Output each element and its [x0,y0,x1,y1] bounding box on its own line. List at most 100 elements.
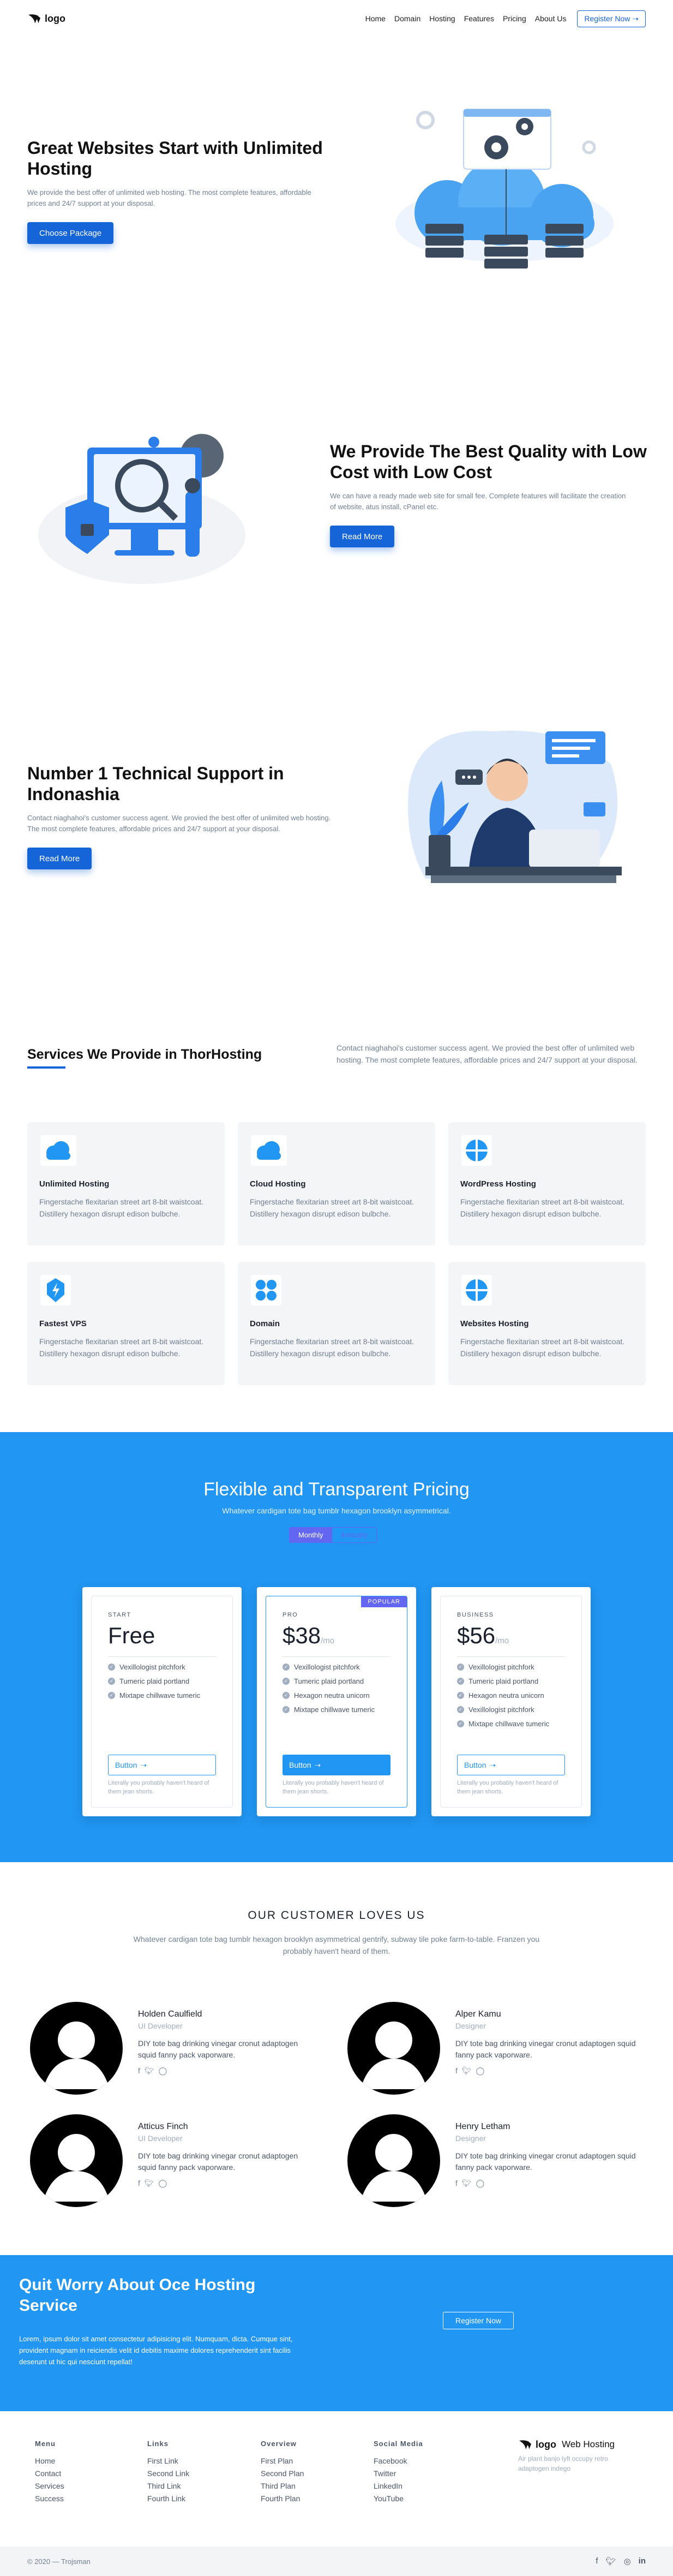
services-intro: Contact niaghahoi's customer success age… [336,1043,638,1064]
cta-register-button[interactable]: Register Now [443,2312,514,2329]
user-silhouette-icon [43,2022,110,2089]
footer-link[interactable]: Fourth Plan [261,2494,304,2503]
footer-link[interactable]: Second Plan [261,2469,304,2478]
cta-text: Lorem, ipsum dolor sit amet consectetur … [19,2335,293,2366]
toggle-monthly[interactable]: Monthly [290,1528,332,1542]
service-desc: Fingerstache flexitarian street art 8-bi… [460,1197,625,1218]
footer-link[interactable]: Services [35,2482,64,2490]
service-card-websites-hosting[interactable]: Websites Hosting Fingerstache flexitaria… [448,1262,646,1385]
nav-features[interactable]: Features [464,14,494,23]
testimonial-role: UI Developer [138,2134,183,2143]
footer-logo[interactable]: logo Web Hosting [518,2438,638,2450]
footer-bottom-bar: © 2020 — Trojsman f 🐦︎ ◎ in [0,2547,673,2576]
testimonial-card: Atticus Finch UI Developer DIY tote bag … [138,2122,318,2188]
chat-icon[interactable]: ◯ [159,2066,167,2076]
check-icon: ✓ [283,1706,290,1713]
footer-link[interactable]: Third Link [147,2482,189,2490]
chat-icon[interactable]: ◯ [159,2179,167,2188]
plan-feature: Vexillologist pitchfork [468,1706,534,1714]
avatar [30,2002,123,2095]
footer-logo-text: logo [536,2438,556,2450]
linkedin-icon[interactable]: in [639,2556,646,2566]
facebook-icon[interactable]: f [596,2556,598,2566]
footer-link[interactable]: Home [35,2456,64,2465]
avatar [347,2002,440,2095]
footer-brand-name: Web Hosting [562,2439,615,2449]
support-title: Number 1 Technical Support in Indonashia [27,764,284,804]
plan-button-label: Button [289,1761,311,1769]
twitter-icon[interactable]: 🐦︎ [145,2179,154,2188]
testimonial-role: UI Developer [138,2022,183,2030]
footer-heading: Social Media [374,2440,423,2448]
chat-icon[interactable]: ◯ [476,2179,485,2188]
footer-link[interactable]: Facebook [374,2456,423,2465]
toggle-annually[interactable]: Annually [332,1528,377,1542]
plan-pro-button[interactable]: Button ➝ [283,1755,390,1775]
nav-home[interactable]: Home [365,14,386,23]
footer-link[interactable]: Contact [35,2469,64,2478]
nav-about[interactable]: About Us [535,14,567,23]
check-icon: ✓ [457,1720,464,1727]
facebook-icon[interactable]: f [455,2179,458,2188]
top-navbar: logo Home Domain Hosting Features Pricin… [0,0,673,37]
cta-section: Quit Worry About Oce Hosting Service Lor… [0,2255,673,2411]
service-desc: Fingerstache flexitarian street art 8-bi… [250,1337,414,1358]
plan-start-button[interactable]: Button ➝ [108,1755,216,1775]
twitter-icon[interactable]: 🐦︎ [606,2556,616,2566]
facebook-icon[interactable]: f [455,2066,458,2076]
register-label: Register Now [584,14,630,23]
brand-logo[interactable]: logo [27,13,65,25]
testimonial-card: Holden Caulfield UI Developer DIY tote b… [138,2009,318,2076]
plan-feature: Mixtape chillwave tumeric [119,1691,201,1700]
register-button[interactable]: Register Now ➝ [577,10,646,27]
twitter-icon[interactable]: 🐦︎ [145,2066,154,2076]
service-card-domain[interactable]: Domain Fingerstache flexitarian street a… [238,1262,435,1385]
plan-price-value: $56 [457,1623,496,1648]
check-icon: ✓ [457,1678,464,1685]
nav-hosting[interactable]: Hosting [429,14,455,23]
footer-link[interactable]: Success [35,2494,64,2503]
facebook-icon[interactable]: f [138,2179,140,2188]
quality-read-more-button[interactable]: Read More [330,526,395,548]
service-card-unlimited-hosting[interactable]: Unlimited Hosting Fingerstache flexitari… [27,1122,225,1245]
footer-link[interactable]: LinkedIn [374,2482,423,2490]
plan-feature: Hexagon neutra unicorn [468,1691,544,1700]
footer-link[interactable]: Second Link [147,2469,189,2478]
security-illustration [38,434,245,584]
nav-domain[interactable]: Domain [394,14,420,23]
choose-package-button[interactable]: Choose Package [27,222,114,245]
plan-price: $38/mo [283,1623,390,1657]
service-card-wordpress-hosting[interactable]: WordPress Hosting Fingerstache flexitari… [448,1122,646,1245]
popular-badge: POPULAR [361,1596,407,1607]
twitter-icon[interactable]: 🐦︎ [462,2066,472,2076]
testimonial-role: Designer [455,2022,486,2030]
facebook-icon[interactable]: f [138,2066,140,2076]
plan-feature: Mixtape chillwave tumeric [468,1720,550,1728]
footer-link[interactable]: First Plan [261,2456,304,2465]
footer-link[interactable]: YouTube [374,2494,423,2503]
footer-link[interactable]: Third Plan [261,2482,304,2490]
arrow-right-icon: ➝ [632,14,639,23]
chat-icon[interactable]: ◯ [476,2066,485,2076]
service-card-cloud-hosting[interactable]: Cloud Hosting Fingerstache flexitarian s… [238,1122,435,1245]
testimonial-card: Alper Kamu Designer DIY tote bag drinkin… [455,2009,641,2076]
grid-circle-icon [461,1275,492,1305]
plan-note: Literally you probably haven't heard of … [108,1780,209,1795]
footer-link[interactable]: Fourth Link [147,2494,189,2503]
footer-link[interactable]: Twitter [374,2469,423,2478]
twitter-icon[interactable]: 🐦︎ [462,2179,472,2188]
quality-text: We can have a ready made web site for sm… [330,491,626,511]
nav-pricing[interactable]: Pricing [503,14,526,23]
cloud-icon [40,1135,76,1166]
instagram-icon[interactable]: ◎ [624,2556,631,2566]
service-card-fastest-vps[interactable]: Fastest VPS Fingerstache flexitarian str… [27,1262,225,1385]
hero-title: Great Websites Start with Unlimited Host… [27,138,323,179]
support-read-more-button[interactable]: Read More [27,848,92,870]
plan-business-button[interactable]: Button ➝ [457,1755,565,1775]
footer-link[interactable]: First Link [147,2456,189,2465]
lightning-icon [40,1275,71,1305]
plan-note: Literally you probably haven't heard of … [457,1780,558,1795]
check-icon: ✓ [108,1663,115,1671]
check-icon: ✓ [457,1663,464,1671]
pricing-card-business: BUSINESS $56/mo ✓ Vexillologist pitchfork… [431,1587,591,1816]
